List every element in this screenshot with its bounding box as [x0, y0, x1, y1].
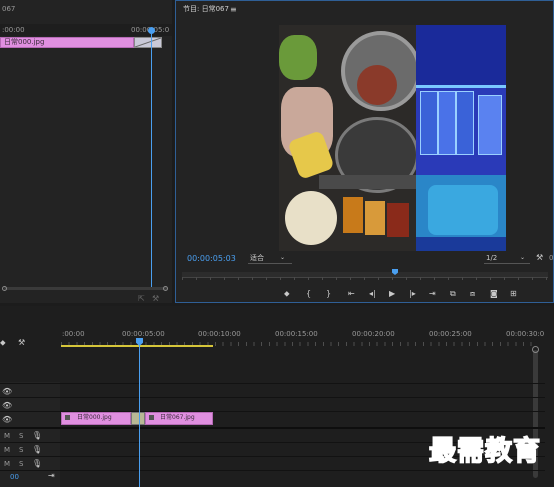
timeline-timecode-fragment: 00 [10, 473, 19, 481]
program-scrubber-ticks [182, 277, 548, 280]
solo-a3[interactable]: S [19, 460, 23, 469]
insert-icon[interactable]: ⧉ [450, 289, 456, 298]
mic-icon-a3[interactable]: 🎙 [32, 459, 42, 468]
fit-dropdown[interactable]: 适合 [250, 254, 264, 263]
source-scroll-right-handle[interactable] [163, 286, 168, 291]
ruler-label-2: 00:00:10:00 [198, 330, 241, 338]
timeline-clip-2[interactable]: 日常067.jpg [145, 412, 213, 425]
source-transition[interactable] [134, 37, 162, 48]
timeline-playhead-line [139, 342, 140, 487]
source-playhead-handle[interactable] [148, 27, 155, 34]
eye-icon-v2[interactable]: 👁 [2, 401, 12, 410]
ruler-label-4: 00:00:20:00 [352, 330, 395, 338]
eye-icon-v1[interactable]: 👁 [2, 415, 12, 424]
track-sep-7 [0, 470, 545, 471]
eye-icon-v3[interactable]: 👁 [2, 387, 12, 396]
arcade-ceiling [416, 25, 506, 85]
work-area-bar[interactable] [61, 345, 213, 347]
program-timecode[interactable]: 00:00:05:03 [187, 254, 236, 263]
sauce-1 [343, 197, 363, 233]
arcade-machine-2 [438, 91, 456, 155]
export-frame-icon[interactable]: ◙ [490, 289, 498, 298]
mute-a2[interactable]: M [4, 446, 10, 455]
ruler-label-5: 00:00:25:00 [429, 330, 472, 338]
program-right-fragment: 0 [549, 254, 554, 262]
mute-a3[interactable]: M [4, 460, 10, 469]
mute-a1[interactable]: M [4, 432, 10, 441]
mic-icon-a1[interactable]: 🎙 [32, 431, 42, 440]
track-sep-1 [0, 383, 545, 384]
arcade-machine-1 [420, 91, 438, 155]
arcade-cabinet [428, 185, 498, 235]
arcade-machine-4 [478, 95, 502, 155]
ruler-label-0: :00:00 [62, 330, 85, 338]
program-monitor: 节目: 日常067 ≡ 00:00:05:03 适合 ⌄ 1/2 ⌄ ⚒ 0 ⬥… [175, 0, 554, 303]
marker-icon[interactable]: ⬥ [284, 289, 290, 298]
solo-a1[interactable]: S [19, 432, 23, 441]
snap-icon[interactable]: ⬥ [0, 338, 6, 347]
watermark: 最需教育 [428, 435, 541, 468]
arcade-lights [416, 85, 506, 88]
timeline-transition[interactable] [131, 412, 145, 425]
overwrite-icon[interactable]: ⧈ [470, 289, 475, 298]
arcade-machine-3 [456, 91, 474, 155]
source-playhead-line [151, 30, 152, 288]
fx-badge-icon-2 [149, 415, 154, 420]
hamburger-icon[interactable]: ≡ [230, 5, 237, 14]
resolution-dropdown-underline [484, 263, 530, 264]
ruler-label-6: 00:00:30:0 [506, 330, 545, 338]
export-icon[interactable]: ⇱ [138, 294, 145, 303]
source-clip[interactable]: 日常000.jpg [0, 37, 134, 48]
arcade-floor-shadow [416, 237, 506, 251]
timeline-vscroll-top-handle[interactable] [532, 346, 539, 353]
out-point-icon[interactable]: } [326, 289, 331, 298]
play-icon[interactable]: ▶ [389, 289, 395, 298]
source-scroll-left-handle[interactable] [2, 286, 7, 291]
step-forward-icon[interactable]: |▸ [409, 289, 416, 298]
sauce-3 [387, 203, 409, 237]
go-to-out-icon[interactable]: ⇥ [429, 289, 436, 298]
arcade-photo [416, 25, 506, 251]
grill-coals [357, 65, 397, 105]
track-sep-2 [0, 397, 545, 398]
resolution-dropdown[interactable]: 1/2 [486, 254, 497, 263]
wrench-small-icon[interactable]: ⚒ [152, 294, 159, 303]
source-clip-label: 日常000.jpg [4, 38, 45, 46]
timeline-clip-1[interactable]: 日常000.jpg [61, 412, 131, 425]
mic-icon-a2[interactable]: 🎙 [32, 445, 42, 454]
sauce-2 [365, 201, 385, 235]
lettuce [279, 35, 317, 80]
food-photo [279, 25, 421, 251]
go-to-in-icon[interactable]: ⇤ [348, 289, 355, 298]
go-to-end-icon[interactable]: ⇥ [48, 471, 55, 480]
timeline-clip-2-label: 日常067.jpg [160, 414, 195, 421]
wrench-icon[interactable]: ⚒ [536, 253, 543, 262]
settings-icon[interactable]: ⊞ [510, 289, 517, 298]
source-panel: 067 :00:00 00:00:05:0 日常000.jpg ⇱ ⚒ [0, 0, 172, 303]
timeline-clip-1-label: 日常000.jpg [77, 414, 112, 421]
fx-badge-icon [65, 415, 70, 420]
step-back-icon[interactable]: ◂| [369, 289, 376, 298]
ruler-label-1: 00:00:05:00 [122, 330, 165, 338]
source-panel-title: 067 [2, 5, 16, 13]
program-video-frame [279, 25, 506, 251]
track-sep-4 [0, 427, 545, 429]
table-edge [319, 175, 416, 189]
solo-a2[interactable]: S [19, 446, 23, 455]
fit-dropdown-underline [248, 263, 292, 264]
fit-dropdown-chevron-icon[interactable]: ⌄ [280, 253, 285, 262]
source-ruler-start: :00:00 [2, 26, 25, 34]
in-point-icon[interactable]: { [306, 289, 311, 298]
timeline-wrench-icon[interactable]: ⚒ [18, 338, 25, 347]
ruler-label-3: 00:00:15:00 [275, 330, 318, 338]
source-scrollbar[interactable] [4, 287, 168, 290]
resolution-chevron-icon[interactable]: ⌄ [520, 253, 525, 262]
program-monitor-title: 节目: 日常067 [183, 5, 229, 13]
dish-plate [285, 191, 337, 245]
